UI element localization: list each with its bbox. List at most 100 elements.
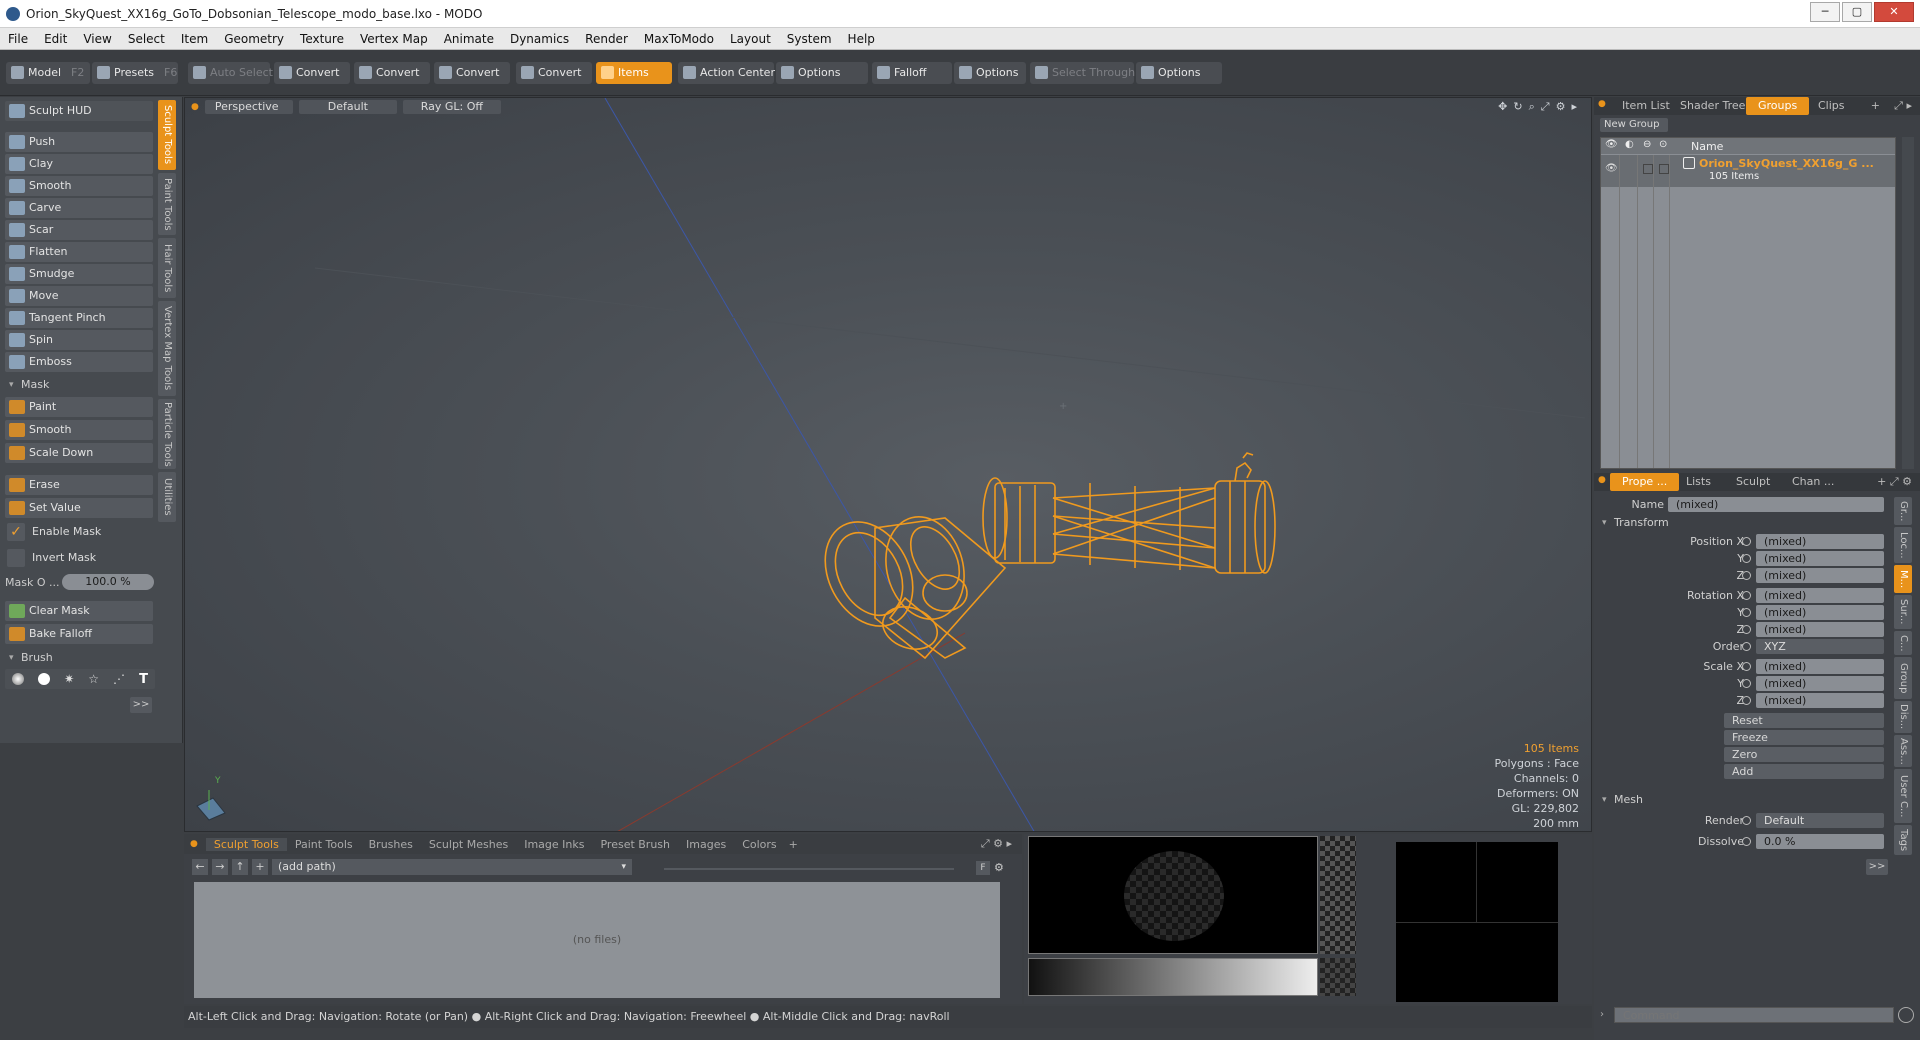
render-dropdown[interactable]: Default (1756, 813, 1884, 828)
scale-x-field[interactable]: (mixed) (1756, 659, 1884, 674)
tab-image-inks[interactable]: Image Inks (516, 838, 592, 851)
tab-lists[interactable]: Lists (1674, 473, 1723, 491)
rotate-icon[interactable]: ↻ (1513, 100, 1522, 114)
items-mode-button[interactable]: Items (596, 62, 672, 84)
new-group-button[interactable]: New Group (1600, 118, 1668, 132)
sidetab-sur[interactable]: Sur... (1894, 595, 1912, 629)
set-value-button[interactable]: Set Value (5, 498, 153, 518)
expand-panel-icon[interactable]: ⤢ ▸ (1894, 99, 1912, 113)
auto-select-button[interactable]: Auto Select (188, 62, 273, 84)
tab-brushes[interactable]: Brushes (361, 838, 421, 851)
mask-scale-down-button[interactable]: Scale Down (5, 443, 153, 463)
falloff-button[interactable]: Falloff (872, 62, 952, 84)
file-browser-area[interactable]: (no files) (194, 882, 1000, 998)
tool-carve[interactable]: Carve (5, 198, 153, 218)
position-y-field[interactable]: (mixed) (1756, 551, 1884, 566)
options-button-1[interactable]: Options (776, 62, 868, 84)
minimize-button[interactable]: ─ (1810, 2, 1840, 22)
sidetab-loc[interactable]: Loc... (1894, 527, 1912, 563)
back-arrow-icon[interactable]: ← (192, 859, 208, 875)
splatter-brush-icon[interactable]: ✷ (64, 672, 74, 686)
add-tab-button[interactable]: + (785, 838, 802, 851)
procedural-brush-icon[interactable]: ⋰ (113, 672, 125, 686)
mask-section-header[interactable]: Mask (5, 377, 153, 393)
visibility-toggle-icon[interactable]: 👁 (1605, 163, 1618, 174)
options-button-3[interactable]: Options (1136, 62, 1222, 84)
select-through-button[interactable]: Select Through (1030, 62, 1135, 84)
tab-clips[interactable]: Clips (1806, 97, 1857, 115)
tool-clay[interactable]: Clay (5, 154, 153, 174)
rotation-y-field[interactable]: (mixed) (1756, 605, 1884, 620)
menu-vertex-map[interactable]: Vertex Map (352, 32, 436, 46)
vtab-vertex-map-tools[interactable]: Vertex Map Tools (158, 301, 176, 396)
brush-gradient-bar[interactable] (1028, 958, 1318, 996)
zoom-icon[interactable]: ⌕ (1529, 100, 1535, 114)
command-history-icon[interactable] (1898, 1007, 1914, 1023)
vtab-paint-tools[interactable]: Paint Tools (158, 173, 176, 235)
tool-flatten[interactable]: Flatten (5, 242, 153, 262)
tool-emboss[interactable]: Emboss (5, 352, 153, 372)
tool-push[interactable]: Push (5, 132, 153, 152)
path-dropdown[interactable]: (add path) ▾ (272, 859, 632, 875)
more-properties-button[interactable]: >> (1866, 859, 1888, 875)
brush-color-swatch[interactable] (1320, 958, 1356, 996)
brush-section-header[interactable]: Brush (5, 650, 153, 666)
add-tab-button[interactable]: + (1871, 99, 1880, 112)
properties-settings-icon[interactable]: + ⤢ ⚙ (1877, 475, 1912, 489)
rotation-x-field[interactable]: (mixed) (1756, 588, 1884, 603)
command-input[interactable] (1614, 1007, 1894, 1023)
convert-button-4[interactable]: Convert (516, 62, 592, 84)
panel-settings-icon[interactable]: ⤢ ⚙ ▸ (981, 837, 1012, 851)
sidetab-user-c[interactable]: User C... (1894, 769, 1912, 823)
order-dropdown[interactable]: XYZ (1756, 639, 1884, 654)
tab-properties[interactable]: Prope ... (1610, 473, 1680, 491)
mask-smooth-button[interactable]: Smooth (5, 420, 153, 440)
view-type-selector[interactable]: Perspective (204, 100, 293, 114)
browser-settings-icon[interactable]: ⚙ (994, 861, 1004, 874)
viewport-menu-icon[interactable]: ● (191, 102, 199, 112)
tab-preset-brush[interactable]: Preset Brush (592, 838, 678, 851)
text-brush-icon[interactable]: T (139, 672, 148, 687)
star-brush-icon[interactable]: ☆ (88, 672, 99, 686)
menu-animate[interactable]: Animate (436, 32, 502, 46)
filter-button[interactable]: F (976, 861, 990, 875)
reset-dropdown[interactable]: Reset (1724, 713, 1884, 728)
freeze-dropdown[interactable]: Freeze (1724, 730, 1884, 745)
groups-scrollbar[interactable] (1902, 137, 1914, 469)
sidetab-c[interactable]: C... (1894, 631, 1912, 655)
close-button[interactable]: ✕ (1874, 2, 1914, 22)
rotation-z-field[interactable]: (mixed) (1756, 622, 1884, 637)
panel-menu-icon[interactable]: ● (190, 839, 198, 849)
raygl-toggle[interactable]: Ray GL: Off (402, 100, 501, 114)
sculpt-hud-button[interactable]: Sculpt HUD (5, 101, 153, 121)
menu-render[interactable]: Render (577, 32, 636, 46)
mask-opacity-field[interactable]: 100.0 % (62, 574, 154, 590)
options-button-2[interactable]: Options (954, 62, 1026, 84)
position-z-field[interactable]: (mixed) (1756, 568, 1884, 583)
panel-menu-icon[interactable]: ● (1598, 475, 1606, 485)
menu-texture[interactable]: Texture (292, 32, 352, 46)
convert-button-3[interactable]: Convert (434, 62, 510, 84)
pan-icon[interactable]: ✥ (1498, 100, 1507, 114)
clear-mask-button[interactable]: Clear Mask (5, 601, 153, 621)
add-dropdown[interactable]: Add (1724, 764, 1884, 779)
sidetab-tags[interactable]: Tags (1894, 825, 1912, 855)
invert-mask-checkbox[interactable] (7, 549, 25, 567)
maximize-button[interactable]: ▢ (1842, 2, 1872, 22)
model-button[interactable]: Model F2 (6, 62, 90, 84)
fit-icon[interactable]: ⤢ (1541, 100, 1550, 114)
group-row[interactable]: 👁 Orion_SkyQuest_XX16g_G ... 105 Items (1601, 155, 1895, 187)
menu-help[interactable]: Help (840, 32, 883, 46)
tab-colors[interactable]: Colors (734, 838, 784, 851)
scale-z-field[interactable]: (mixed) (1756, 693, 1884, 708)
sidetab-dis[interactable]: Dis... (1894, 701, 1912, 733)
panel-menu-icon[interactable]: ● (1598, 99, 1606, 109)
tab-paint-tools[interactable]: Paint Tools (287, 838, 361, 851)
menu-layout[interactable]: Layout (722, 32, 779, 46)
forward-arrow-icon[interactable]: → (212, 859, 228, 875)
up-directory-icon[interactable]: ↑ (232, 859, 248, 875)
menu-geometry[interactable]: Geometry (216, 32, 292, 46)
vtab-hair-tools[interactable]: Hair Tools (158, 238, 176, 298)
add-path-icon[interactable]: + (252, 859, 268, 875)
vtab-sculpt-tools[interactable]: Sculpt Tools (158, 100, 176, 170)
